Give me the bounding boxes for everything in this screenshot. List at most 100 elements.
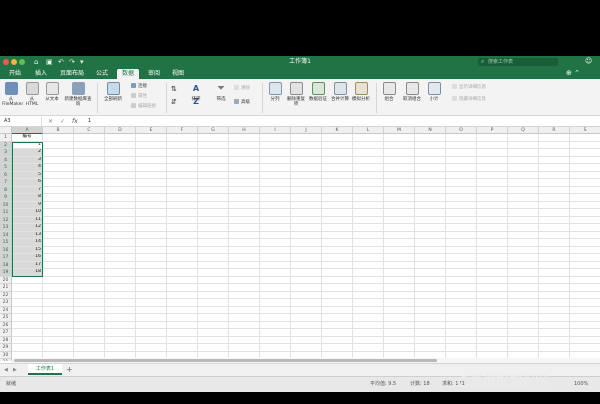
tab-data[interactable]: 数据 xyxy=(117,69,139,79)
cell-k12[interactable] xyxy=(322,216,353,224)
cell-g15[interactable] xyxy=(198,239,229,247)
cell-s1[interactable] xyxy=(570,134,600,142)
cell-b5[interactable] xyxy=(43,164,74,172)
cell-f13[interactable] xyxy=(167,224,198,232)
cell-q25[interactable] xyxy=(508,314,539,322)
cell-q10[interactable] xyxy=(508,201,539,209)
cell-n2[interactable] xyxy=(415,141,446,149)
cell-o20[interactable] xyxy=(446,276,477,284)
cell-d25[interactable] xyxy=(105,314,136,322)
cell-k24[interactable] xyxy=(322,306,353,314)
cell-a28[interactable] xyxy=(12,336,43,344)
clear-filter-button[interactable]: 清除 xyxy=(234,85,250,92)
cell-q21[interactable] xyxy=(508,284,539,292)
cell-k16[interactable] xyxy=(322,246,353,254)
cell-l26[interactable] xyxy=(353,321,384,329)
cell-h22[interactable] xyxy=(229,291,260,299)
cell-o5[interactable] xyxy=(446,164,477,172)
insert-function-icon[interactable]: fx xyxy=(72,117,78,126)
cell-m12[interactable] xyxy=(384,216,415,224)
cell-m21[interactable] xyxy=(384,284,415,292)
row-header-20[interactable]: 20 xyxy=(0,276,12,284)
cell-m6[interactable] xyxy=(384,171,415,179)
cell-j6[interactable] xyxy=(291,171,322,179)
cell-e10[interactable] xyxy=(136,201,167,209)
cell-r26[interactable] xyxy=(539,321,570,329)
select-all-corner[interactable] xyxy=(0,127,12,134)
column-header-m[interactable]: M xyxy=(384,127,415,134)
cell-r21[interactable] xyxy=(539,284,570,292)
cell-g26[interactable] xyxy=(198,321,229,329)
confirm-entry-icon[interactable]: ✓ xyxy=(60,117,65,126)
cell-n14[interactable] xyxy=(415,231,446,239)
cell-l29[interactable] xyxy=(353,344,384,352)
cell-s19[interactable] xyxy=(570,269,600,277)
cell-d1[interactable] xyxy=(105,134,136,142)
cell-i22[interactable] xyxy=(260,291,291,299)
cell-f15[interactable] xyxy=(167,239,198,247)
cell-l14[interactable] xyxy=(353,231,384,239)
cell-n4[interactable] xyxy=(415,156,446,164)
cell-q27[interactable] xyxy=(508,329,539,337)
cell-n8[interactable] xyxy=(415,186,446,194)
row-header-15[interactable]: 15 xyxy=(0,239,12,247)
cell-n16[interactable] xyxy=(415,246,446,254)
cell-q12[interactable] xyxy=(508,216,539,224)
cell-f2[interactable] xyxy=(167,141,198,149)
column-header-o[interactable]: O xyxy=(446,127,477,134)
cell-j24[interactable] xyxy=(291,306,322,314)
cell-s26[interactable] xyxy=(570,322,600,329)
cell-f29[interactable] xyxy=(167,344,198,352)
cell-b21[interactable] xyxy=(43,284,74,292)
cell-m20[interactable] xyxy=(384,276,415,284)
cell-i26[interactable] xyxy=(260,321,291,329)
cell-k20[interactable] xyxy=(322,276,353,284)
cell-l2[interactable] xyxy=(353,141,384,149)
cell-j20[interactable] xyxy=(291,276,322,284)
cell-m3[interactable] xyxy=(384,149,415,157)
cell-k5[interactable] xyxy=(322,164,353,172)
share-icon[interactable]: ⊕ ⌃ xyxy=(566,69,580,77)
cell-g10[interactable] xyxy=(198,201,229,209)
cell-h5[interactable] xyxy=(229,164,260,172)
cell-h23[interactable] xyxy=(229,299,260,307)
cell-b24[interactable] xyxy=(43,306,74,314)
cell-b28[interactable] xyxy=(43,336,74,344)
cell-o8[interactable] xyxy=(446,186,477,194)
cell-l19[interactable] xyxy=(353,269,384,277)
row-header-4[interactable]: 4 xyxy=(0,156,12,164)
cell-e22[interactable] xyxy=(136,291,167,299)
cell-r11[interactable] xyxy=(539,209,570,217)
row-header-14[interactable]: 14 xyxy=(0,231,12,239)
cell-l20[interactable] xyxy=(353,276,384,284)
cell-l23[interactable] xyxy=(353,299,384,307)
cell-b9[interactable] xyxy=(43,194,74,202)
cell-d2[interactable] xyxy=(105,141,136,149)
consolidate-button[interactable]: 合并计算 xyxy=(331,82,349,102)
cell-b10[interactable] xyxy=(43,201,74,209)
cell-s3[interactable] xyxy=(570,149,600,157)
cell-d22[interactable] xyxy=(105,291,136,299)
column-header-c[interactable]: C xyxy=(74,127,105,134)
cell-q11[interactable] xyxy=(508,209,539,217)
cell-b25[interactable] xyxy=(43,314,74,322)
cell-o2[interactable] xyxy=(446,141,477,149)
cell-o14[interactable] xyxy=(446,231,477,239)
column-header-f[interactable]: F xyxy=(167,127,198,134)
cell-f9[interactable] xyxy=(167,194,198,202)
cell-g27[interactable] xyxy=(198,329,229,337)
cell-p11[interactable] xyxy=(477,209,508,217)
cell-o23[interactable] xyxy=(446,299,477,307)
cell-j22[interactable] xyxy=(291,291,322,299)
cell-k22[interactable] xyxy=(322,291,353,299)
row-header-9[interactable]: 9 xyxy=(0,194,12,202)
cell-o28[interactable] xyxy=(446,336,477,344)
cell-k4[interactable] xyxy=(322,156,353,164)
cell-g19[interactable] xyxy=(198,269,229,277)
cell-q28[interactable] xyxy=(508,336,539,344)
cell-p12[interactable] xyxy=(477,216,508,224)
cell-p16[interactable] xyxy=(477,246,508,254)
cell-m17[interactable] xyxy=(384,254,415,262)
scrollbar-thumb[interactable] xyxy=(14,359,437,362)
tab-insert[interactable]: 插入 xyxy=(31,69,51,79)
